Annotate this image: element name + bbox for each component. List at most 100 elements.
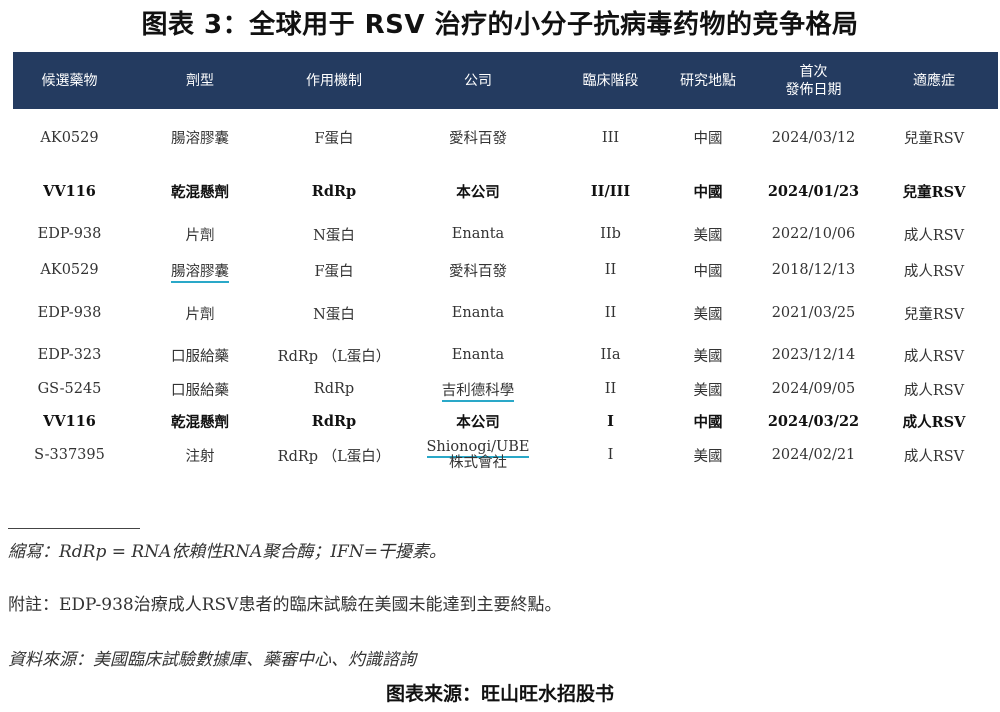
cell-indication: 成人RSV bbox=[903, 348, 965, 365]
cell-dosage-form: 注射 bbox=[185, 448, 215, 465]
cell-stage: IIb bbox=[600, 226, 621, 242]
cell-location: 中國 bbox=[693, 263, 723, 280]
cell-date: 2024/02/21 bbox=[771, 447, 856, 463]
competition-table: 候選藥物 劑型 作用機制 公司 臨床階段 研究地點 首次 發佈日期 適應症 AK… bbox=[13, 52, 998, 474]
cell-stage: II bbox=[604, 305, 617, 321]
cell-candidate: AK0529 bbox=[40, 129, 99, 146]
cell-date: 2022/10/06 bbox=[771, 226, 856, 242]
cell-location: 美國 bbox=[693, 306, 723, 323]
header-location: 研究地點 bbox=[680, 72, 736, 89]
cell-candidate: GS-5245 bbox=[37, 381, 102, 397]
cell-company: 愛科百發 bbox=[449, 131, 507, 147]
cell-company: Enanta bbox=[451, 347, 505, 363]
underlined-text: 腸溶膠囊 bbox=[171, 263, 229, 283]
abbreviation-note: 縮寫：RdRp = RNA依賴性RNA聚合酶；IFN=干擾素。 bbox=[8, 542, 446, 562]
table-row: AK0529 腸溶膠囊 F蛋白 愛科百發 II 中國 2018/12/13 成人… bbox=[13, 252, 998, 288]
cell-mechanism: RdRp （L蛋白） bbox=[277, 448, 391, 465]
competition-table-container: 候選藥物 劑型 作用機制 公司 臨床階段 研究地點 首次 發佈日期 適應症 AK… bbox=[13, 52, 998, 474]
cell-candidate: VV116 bbox=[43, 182, 96, 200]
cell-dosage-form: 片劑 bbox=[185, 306, 215, 323]
cell-date: 2018/12/13 bbox=[771, 262, 856, 278]
company-line2: 株式會社 bbox=[448, 455, 507, 471]
cell-dosage-form: 乾混懸劑 bbox=[171, 183, 229, 201]
cell-location: 美國 bbox=[693, 448, 723, 465]
cell-date: 2024/09/05 bbox=[771, 381, 856, 397]
table-row: EDP-938 片劑 N蛋白 Enanta IIb 美國 2022/10/06 … bbox=[13, 216, 998, 252]
cell-date: 2021/03/25 bbox=[771, 305, 856, 321]
two-line-company: Shionogi/UBE 株式會社 bbox=[426, 439, 530, 471]
table-row: S-337395 注射 RdRp （L蛋白） Shionogi/UBE 株式會社… bbox=[13, 436, 998, 474]
footnote-divider bbox=[8, 528, 140, 529]
cell-location: 中國 bbox=[693, 413, 723, 431]
cell-candidate: AK0529 bbox=[40, 262, 99, 278]
cell-location: 美國 bbox=[693, 382, 723, 399]
cell-candidate: VV116 bbox=[43, 412, 96, 430]
cell-indication: 成人RSV bbox=[903, 382, 965, 399]
cell-dosage-form: 乾混懸劑 bbox=[171, 413, 229, 431]
cell-date: 2024/03/12 bbox=[771, 129, 856, 146]
cell-indication: 成人RSV bbox=[903, 227, 965, 244]
cell-indication: 兒童RSV bbox=[903, 306, 965, 323]
cell-candidate: EDP-938 bbox=[37, 305, 102, 321]
cell-mechanism: N蛋白 bbox=[313, 306, 355, 323]
table-row: EDP-323 口服給藥 RdRp （L蛋白） Enanta IIa 美國 20… bbox=[13, 338, 998, 372]
cell-indication: 成人RSV bbox=[903, 448, 965, 465]
data-source-note: 資料來源：美國臨床試驗數據庫、藥審中心、灼識諮詢 bbox=[8, 650, 416, 670]
table-header-row: 候選藥物 劑型 作用機制 公司 臨床階段 研究地點 首次 發佈日期 適應症 bbox=[13, 52, 998, 109]
cell-company: Enanta bbox=[451, 226, 505, 242]
table-row: VV116 乾混懸劑 RdRp 本公司 I 中國 2024/03/22 成人RS… bbox=[13, 406, 998, 436]
cell-location: 美國 bbox=[693, 348, 723, 365]
header-clinical-stage: 臨床階段 bbox=[582, 72, 639, 89]
cell-mechanism: N蛋白 bbox=[313, 227, 355, 244]
cell-stage: II/III bbox=[590, 182, 631, 200]
cell-mechanism: F蛋白 bbox=[314, 131, 354, 147]
cell-stage: IIa bbox=[600, 347, 621, 363]
cell-stage: III bbox=[601, 129, 620, 146]
table-row: EDP-938 片劑 N蛋白 Enanta II 美國 2021/03/25 兒… bbox=[13, 288, 998, 338]
header-first-post-date-line2: 發佈日期 bbox=[785, 81, 842, 98]
cell-mechanism: F蛋白 bbox=[314, 263, 354, 280]
cell-dosage-form: 口服給藥 bbox=[171, 382, 229, 399]
cell-stage: I bbox=[607, 447, 614, 463]
cell-dosage-form: 片劑 bbox=[185, 227, 215, 244]
cell-candidate: EDP-323 bbox=[37, 347, 102, 363]
cell-mechanism: RdRp （L蛋白） bbox=[277, 348, 391, 365]
cell-location: 中國 bbox=[693, 131, 723, 147]
cell-dosage-form: 腸溶膠囊 bbox=[126, 252, 274, 288]
table-row: GS-5245 口服給藥 RdRp 吉利德科學 II 美國 2024/09/05… bbox=[13, 372, 998, 406]
cell-stage: II bbox=[604, 381, 617, 397]
cell-date: 2024/01/23 bbox=[767, 182, 860, 200]
cell-company: Enanta bbox=[451, 305, 505, 321]
cell-candidate: EDP-938 bbox=[37, 226, 102, 242]
page-title: 图表 3：全球用于 RSV 治疗的小分子抗病毒药物的竞争格局 bbox=[141, 10, 859, 40]
cell-company: 吉利德科學 bbox=[394, 372, 562, 406]
cell-mechanism: RdRp bbox=[313, 381, 355, 397]
header-indication: 適應症 bbox=[913, 72, 955, 89]
cell-stage: II bbox=[604, 262, 617, 278]
cell-location: 美國 bbox=[693, 227, 723, 244]
header-candidate: 候選藥物 bbox=[41, 72, 98, 89]
cell-date: 2023/12/14 bbox=[771, 347, 856, 363]
cell-location: 中國 bbox=[693, 183, 723, 201]
cell-company: Shionogi/UBE 株式會社 bbox=[394, 436, 562, 474]
table-row: AK0529 腸溶膠囊 F蛋白 愛科百發 III 中國 2024/03/12 兒… bbox=[13, 109, 998, 166]
cell-date: 2024/03/22 bbox=[767, 412, 860, 430]
cell-company: 本公司 bbox=[456, 183, 500, 201]
cell-indication: 兒童RSV bbox=[903, 131, 965, 147]
cell-indication: 成人RSV bbox=[903, 263, 965, 280]
cell-dosage-form: 腸溶膠囊 bbox=[171, 131, 229, 147]
cell-mechanism: RdRp bbox=[311, 182, 357, 200]
cell-indication: 兒童RSV bbox=[902, 183, 966, 201]
cell-dosage-form: 口服給藥 bbox=[171, 348, 229, 365]
cell-company: 愛科百發 bbox=[449, 263, 507, 280]
table-row: VV116 乾混懸劑 RdRp 本公司 II/III 中國 2024/01/23… bbox=[13, 166, 998, 216]
header-first-post-date-line1: 首次 bbox=[799, 63, 828, 80]
cell-mechanism: RdRp bbox=[311, 412, 357, 430]
header-first-post-date: 首次 發佈日期 bbox=[757, 52, 870, 109]
cell-stage: I bbox=[607, 412, 614, 430]
header-dosage-form: 劑型 bbox=[186, 72, 214, 89]
cell-candidate: S-337395 bbox=[34, 447, 105, 463]
underlined-text: 吉利德科學 bbox=[441, 382, 515, 402]
header-mechanism: 作用機制 bbox=[306, 72, 362, 89]
cell-indication: 成人RSV bbox=[902, 413, 966, 431]
